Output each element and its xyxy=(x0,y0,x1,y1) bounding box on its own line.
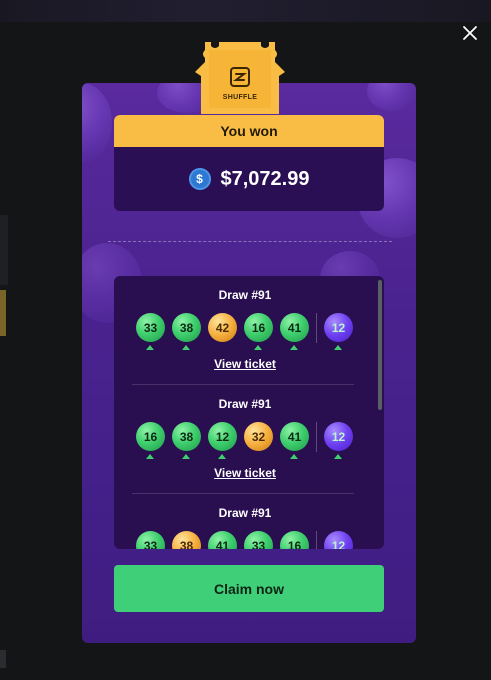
draw-title: Draw #91 xyxy=(218,506,272,520)
backdrop-panel xyxy=(0,215,8,285)
view-ticket-link[interactable]: View ticket xyxy=(114,466,376,480)
lottery-ball: 33 xyxy=(136,313,165,342)
view-ticket-link[interactable]: View ticket xyxy=(114,357,376,371)
match-indicator-icon xyxy=(218,454,226,459)
backdrop-corner xyxy=(0,650,6,668)
draw-title: Draw #91 xyxy=(218,288,272,302)
match-indicator-icon xyxy=(290,345,298,350)
lottery-ball: 42 xyxy=(208,313,237,342)
win-modal: You won $ $7,072.99 Draw #91 33 38 42 16 41 12… xyxy=(82,83,416,643)
bonus-ball: 12 xyxy=(324,313,353,342)
lottery-ball: 16 xyxy=(280,531,309,549)
backdrop-strip xyxy=(0,0,491,22)
draw-separator xyxy=(132,384,354,385)
usdc-coin-icon: $ xyxy=(188,168,211,190)
match-indicator-icon xyxy=(254,345,262,350)
lottery-ball: 16 xyxy=(244,313,273,342)
match-indicator-icon xyxy=(334,345,342,350)
lottery-ball: 38 xyxy=(172,422,201,451)
decor-ball xyxy=(367,83,416,111)
bonus-ball: 12 xyxy=(324,422,353,451)
win-card: You won $ $7,072.99 xyxy=(114,115,384,211)
lottery-ball: 16 xyxy=(136,422,165,451)
lottery-ball: 33 xyxy=(244,531,273,549)
decor-ball xyxy=(82,83,112,163)
draw-entry: Draw #91 16 38 12 32 41 12 View ticket xyxy=(114,397,376,497)
lottery-ball: 41 xyxy=(280,313,309,342)
shuffle-ticket-tag: SHUFFLE xyxy=(195,42,285,114)
draw-entry: Draw #91 33 38 42 16 41 12 View ticket xyxy=(114,288,376,388)
ticket-perforation xyxy=(108,241,392,242)
close-button[interactable] xyxy=(458,21,482,45)
match-indicator-icon xyxy=(334,454,342,459)
close-icon xyxy=(463,26,477,40)
draw-list[interactable]: Draw #91 33 38 42 16 41 12 View ticket Draw #91 1… xyxy=(114,276,384,549)
match-indicator-icon xyxy=(146,345,154,350)
ticket-brand-label: SHUFFLE xyxy=(222,94,258,101)
bonus-divider xyxy=(316,422,317,452)
backdrop-accent xyxy=(0,290,6,336)
win-amount-row: $ $7,072.99 xyxy=(114,147,384,211)
win-header: You won xyxy=(114,115,384,147)
match-indicator-icon xyxy=(182,345,190,350)
draw-list-scrollbar[interactable] xyxy=(378,280,382,410)
draw-balls: 16 38 12 32 41 12 xyxy=(136,422,366,460)
shuffle-logo-icon xyxy=(230,67,250,87)
lottery-ball: 33 xyxy=(136,531,165,549)
claim-button[interactable]: Claim now xyxy=(114,565,384,612)
bonus-divider xyxy=(316,313,317,343)
lottery-ball: 32 xyxy=(244,422,273,451)
lottery-ball: 38 xyxy=(172,313,201,342)
win-amount: $7,072.99 xyxy=(220,167,310,190)
draw-title: Draw #91 xyxy=(218,397,272,411)
lottery-ball: 41 xyxy=(280,422,309,451)
lottery-ball: 41 xyxy=(208,531,237,549)
lottery-ball: 12 xyxy=(208,422,237,451)
draw-entry: Draw #91333841331612View ticket xyxy=(114,506,376,549)
lottery-ball: 38 xyxy=(172,531,201,549)
draw-balls: 33 38 41 33 16 12 xyxy=(136,531,366,549)
match-indicator-icon xyxy=(146,454,154,459)
bonus-ball: 12 xyxy=(324,531,353,549)
match-indicator-icon xyxy=(290,454,298,459)
draw-separator xyxy=(132,493,354,494)
match-indicator-icon xyxy=(182,454,190,459)
draw-balls: 33 38 42 16 41 12 xyxy=(136,313,366,351)
bonus-divider xyxy=(316,531,317,549)
